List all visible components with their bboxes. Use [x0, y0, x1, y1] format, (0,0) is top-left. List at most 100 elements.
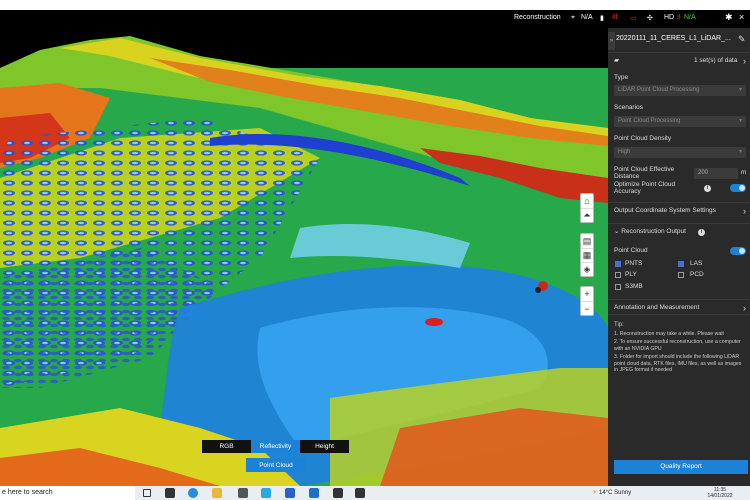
mode-rgb[interactable]: RGB	[202, 440, 251, 453]
point-cloud-viewport[interactable]: ⌂ ⏶ ▤ ▦ ◈ + − RGB Reflectivity Height Po…	[0, 28, 608, 486]
data-sets-row[interactable]: ▰ 1 set(s) of data ›	[608, 52, 750, 68]
zoom-in-button[interactable]: +	[581, 287, 593, 301]
gps-status: N/A	[581, 14, 593, 21]
info-icon[interactable]: i	[704, 185, 711, 192]
output-coordinate-label: Output Coordinate System Settings	[614, 207, 716, 214]
video-signal-icon: ıl	[677, 14, 681, 21]
scenarios-label: Scenarios	[614, 104, 643, 111]
task-view-icon[interactable]	[143, 489, 151, 497]
chevron-right-icon: ›	[743, 56, 746, 66]
edit-icon[interactable]: ✎	[738, 34, 746, 45]
density-label: Point Cloud Density	[614, 135, 672, 142]
optimize-toggle[interactable]	[730, 184, 746, 192]
point-cloud-label: Point Cloud	[614, 247, 648, 254]
chevron-right-icon: ›	[743, 303, 746, 313]
battery-icon: ▭	[630, 15, 637, 22]
tip-3: 3. Folder for import should include the …	[614, 354, 742, 374]
app-icon[interactable]	[238, 488, 248, 498]
top-view-icon[interactable]: ⏶	[581, 208, 593, 222]
app-icon[interactable]	[285, 488, 295, 498]
point-cloud-render	[0, 28, 608, 486]
ply-label: PLY	[625, 271, 637, 278]
app-icon[interactable]	[355, 488, 365, 498]
file-explorer-icon[interactable]	[212, 488, 222, 498]
tip-1: 1. Reconstruction may take a while. Plea…	[614, 331, 724, 337]
title-bar: Reconstruction ⌖ N/A ▮ ıll ▭ ✣ HD ıl N/A…	[0, 10, 750, 28]
weather-text: 14°C Sunny	[599, 490, 632, 496]
scenarios-select[interactable]: Point Cloud Processing ▾	[614, 116, 746, 127]
app-icon[interactable]	[261, 488, 271, 498]
app-icon[interactable]	[165, 488, 175, 498]
pnts-checkbox[interactable]	[615, 261, 621, 267]
folder-icon: ▰	[614, 57, 619, 64]
chevron-right-icon: ›	[743, 206, 746, 216]
pcd-checkbox[interactable]	[678, 272, 684, 278]
settings-icon[interactable]: ✱	[725, 12, 733, 23]
zoom-out-button[interactable]: −	[581, 301, 593, 315]
taskbar-search[interactable]: e here to search	[0, 486, 135, 500]
pcd-label: PCD	[690, 271, 704, 278]
signal-icon: ▮	[600, 15, 604, 22]
ply-checkbox[interactable]	[615, 272, 621, 278]
output-coordinate-row[interactable]: Output Coordinate System Settings ›	[608, 202, 750, 218]
zoom-toolbar: + −	[580, 286, 594, 316]
clock-date: 14/01/2022	[707, 493, 733, 499]
type-label: Type	[614, 74, 629, 81]
effective-distance-input[interactable]: 200	[694, 168, 738, 179]
quality-report-button[interactable]: Quality Report	[614, 460, 748, 474]
effective-distance-label: Point Cloud Effective Distance	[614, 166, 675, 180]
mode-reflectivity[interactable]: Reflectivity	[251, 440, 300, 453]
mission-title: 20220111_11_CERES_L1_LiDAR_...	[616, 35, 731, 42]
home-view-icon[interactable]: ⌂	[581, 194, 593, 208]
data-count: 1 set(s) of data	[694, 57, 738, 64]
reconstruction-output-label: Reconstruction Output	[621, 228, 686, 235]
map-icon[interactable]: ▦	[581, 248, 593, 262]
annotation-row[interactable]: Annotation and Measurement ›	[608, 299, 750, 315]
weather-icon: ☀	[592, 490, 600, 496]
render-mode-switch: RGB Reflectivity Height	[202, 440, 349, 453]
settings-panel: » 20220111_11_CERES_L1_LiDAR_... ✎ ▰ 1 s…	[608, 28, 750, 486]
chevron-down-icon: ▾	[738, 118, 742, 124]
edge-icon[interactable]	[188, 488, 198, 498]
optimize-label: Optimize Point Cloud Accuracy	[614, 181, 676, 195]
view-toolbar-mid: ▤ ▦ ◈	[580, 233, 594, 277]
point-cloud-toggle[interactable]	[730, 247, 746, 255]
info-icon[interactable]: i	[698, 229, 705, 236]
annotation-label: Annotation and Measurement	[614, 304, 700, 311]
view-toolbar-top: ⌂ ⏶	[580, 193, 594, 223]
chevron-down-icon: ▾	[738, 149, 742, 155]
video-status: N/A	[684, 14, 696, 21]
reconstruction-label[interactable]: Reconstruction	[514, 14, 561, 21]
s3mb-label: S3MB	[625, 283, 643, 290]
point-cloud-button[interactable]: Point Cloud	[246, 458, 306, 472]
taskbar: e here to search ☀ 14°C Sunny 11:35 14/0…	[0, 486, 750, 500]
gps-icon: ⌖	[571, 14, 575, 21]
type-select[interactable]: LiDAR Point Cloud Processing ▾	[614, 85, 746, 96]
reconstruction-output-row[interactable]: ⌄ Reconstruction Output i	[608, 223, 750, 239]
rc-signal-icon: ıll	[612, 14, 618, 21]
clock[interactable]: 11:35 14/01/2022	[700, 486, 740, 499]
pnts-label: PNTS	[625, 260, 643, 267]
cube-icon[interactable]: ◈	[581, 262, 593, 276]
density-value: High	[618, 149, 631, 155]
layers-icon[interactable]: ▤	[581, 234, 593, 248]
close-icon[interactable]: ×	[739, 12, 744, 22]
las-checkbox[interactable]	[678, 261, 684, 267]
scenarios-value: Point Cloud Processing	[618, 118, 681, 124]
mode-height[interactable]: Height	[300, 440, 349, 453]
s3mb-checkbox[interactable]	[615, 284, 621, 290]
drone-icon: ✣	[647, 15, 653, 22]
tip-title: Tip:	[614, 322, 624, 328]
chevron-down-icon: ▾	[738, 87, 742, 93]
top-margin	[0, 0, 750, 10]
tip-2: 2. To ensure successful reconstruction, …	[614, 339, 741, 352]
app-icon[interactable]	[333, 488, 343, 498]
type-value: LiDAR Point Cloud Processing	[618, 87, 700, 93]
outlook-icon[interactable]	[309, 488, 319, 498]
hd-label: HD	[664, 14, 675, 21]
las-label: LAS	[690, 260, 703, 267]
weather[interactable]: ☀ 14°C Sunny	[592, 486, 631, 500]
collapse-panel-icon[interactable]: »	[608, 32, 615, 50]
density-select[interactable]: High ▾	[614, 147, 746, 158]
distance-unit: m	[741, 169, 747, 176]
